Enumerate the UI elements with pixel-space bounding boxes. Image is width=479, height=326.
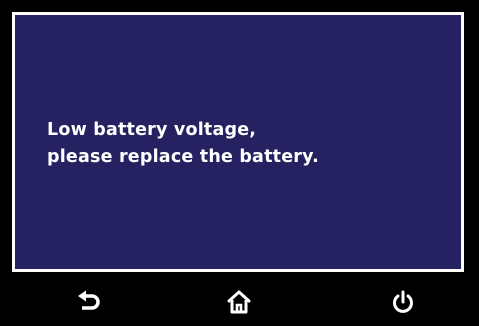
low-battery-message: Low battery voltage, please replace the …: [47, 117, 319, 171]
message-screen: Low battery voltage, please replace the …: [12, 12, 464, 272]
back-arrow-icon: [78, 290, 100, 310]
message-line-1: Low battery voltage,: [47, 120, 257, 140]
message-line-2: please replace the battery.: [47, 147, 319, 167]
home-button[interactable]: [221, 284, 257, 320]
home-icon: [227, 290, 251, 314]
power-icon: [393, 290, 413, 313]
back-button[interactable]: [72, 284, 108, 320]
power-button[interactable]: [385, 284, 421, 320]
bottom-nav-bar: [0, 280, 479, 326]
